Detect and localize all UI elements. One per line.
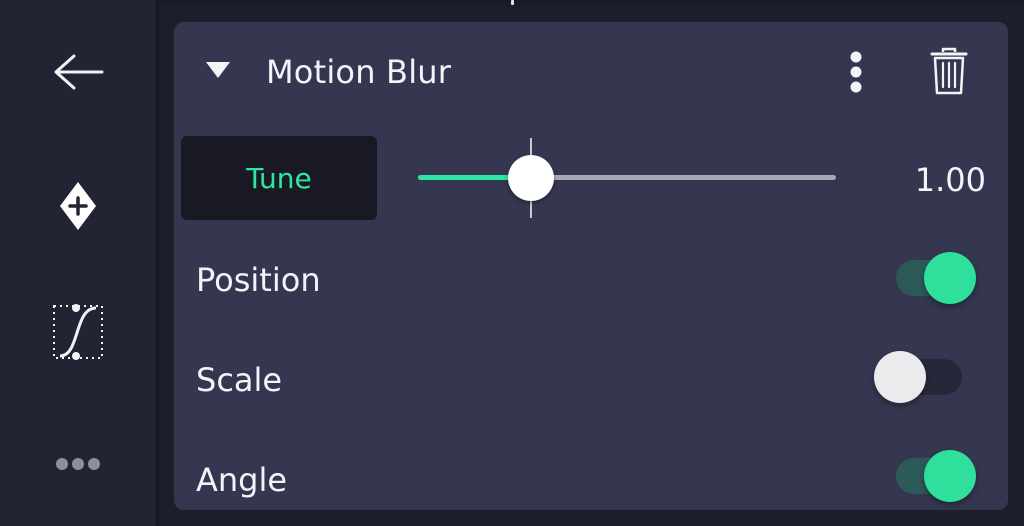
sidebar-divider	[156, 0, 158, 526]
position-label: Position	[196, 261, 321, 299]
playhead-marker	[511, 0, 514, 5]
sidebar	[0, 0, 156, 526]
trash-icon	[930, 47, 968, 95]
tune-button[interactable]: Tune	[181, 136, 377, 220]
position-toggle[interactable]	[894, 250, 980, 306]
triangle-down-icon	[206, 62, 230, 78]
back-arrow-icon	[54, 54, 104, 90]
add-keyframe-button[interactable]	[38, 166, 118, 246]
effect-panel: Motion Blur Tune 1.00 Position Scale Ang…	[174, 22, 1008, 510]
slider-value: 1.00	[914, 161, 986, 199]
more-options-button[interactable]	[38, 424, 118, 504]
toggle-knob	[924, 450, 976, 502]
slider-thumb[interactable]	[507, 155, 554, 201]
easing-curve-icon	[53, 304, 103, 360]
panel-title: Motion Blur	[266, 53, 452, 91]
more-horizontal-icon	[56, 458, 100, 470]
scale-toggle[interactable]	[874, 349, 980, 405]
strength-slider[interactable]	[404, 138, 844, 218]
easing-curve-button[interactable]	[38, 292, 118, 372]
app-root: Motion Blur Tune 1.00 Position Scale Ang…	[0, 0, 1024, 526]
top-strip	[158, 0, 1024, 6]
collapse-button[interactable]	[204, 56, 232, 84]
toggle-knob	[874, 351, 926, 403]
scale-label: Scale	[196, 361, 283, 399]
angle-label: Angle	[196, 461, 288, 499]
toggle-knob	[924, 252, 976, 304]
more-menu-button[interactable]	[838, 48, 874, 96]
add-keyframe-icon	[60, 182, 96, 230]
back-button[interactable]	[38, 32, 118, 112]
more-vertical-icon	[850, 51, 862, 93]
delete-effect-button[interactable]	[926, 44, 972, 98]
angle-toggle[interactable]	[894, 448, 980, 504]
